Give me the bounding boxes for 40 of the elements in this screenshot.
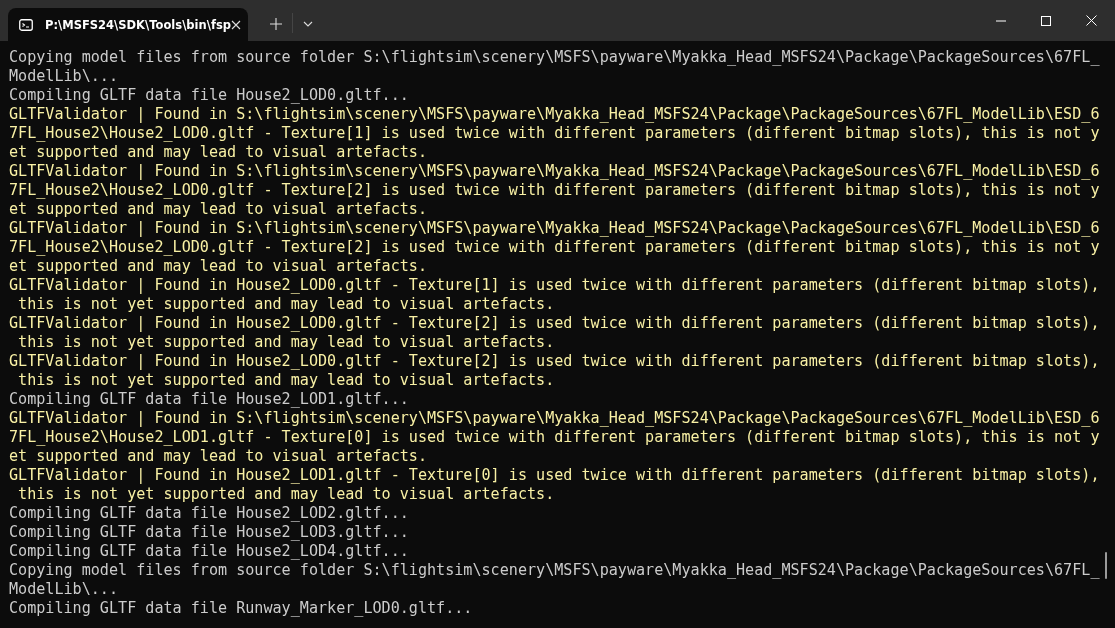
- warning-line: GLTFValidator | Found in S:\flightsim\scenery\MSFS\payware\Myakka_Head_MSFS24\Package\PackageSources\67FL_ModelLib\ESD_6: [9, 162, 1101, 181]
- output-line: Copying model files from source folder S:\flightsim\scenery\MSFS\payware\Myakka_Head_MSFS24\Package\PackageSources\67FL_: [9, 48, 1101, 67]
- warning-line: this is not yet supported and may lead to visual artefacts.: [17, 371, 556, 390]
- output-line: Compiling GLTF data file House2_LOD4.gltf...: [9, 542, 410, 561]
- warning-line: this is not yet supported and may lead to visual artefacts.: [17, 333, 556, 352]
- minimize-icon[interactable]: [996, 19, 1006, 22]
- output-line: Copying model files from source folder S:\flightsim\scenery\MSFS\payware\Myakka_Head_MSFS24\Package\PackageSources\67FL_: [9, 561, 1101, 580]
- output-line: ModelLib\...: [9, 67, 120, 86]
- warning-line: 7FL_House2\House2_LOD0.gltf - Texture[2] is used twice with different parameters (different bitmap slots), this is not y: [9, 181, 1101, 200]
- output-line: Compiling GLTF data file House2_LOD1.gltf...: [9, 390, 410, 409]
- warning-line: et supported and may lead to visual artefacts.: [9, 143, 428, 162]
- warning-line: GLTFValidator | Found in House2_LOD0.gltf - Texture[2] is used twice with different parameters (different bitmap slots),: [9, 352, 1101, 371]
- warning-line: et supported and may lead to visual artefacts.: [9, 447, 428, 466]
- output-line: Compiling GLTF data file Runway_Marker_LOD0.gltf...: [9, 599, 474, 618]
- warning-line: 7FL_House2\House2_LOD0.gltf - Texture[1] is used twice with different parameters (different bitmap slots), this is not y: [9, 124, 1101, 143]
- output-line: Compiling GLTF data file House2_LOD0.gltf...: [9, 86, 410, 105]
- warning-line: GLTFValidator | Found in House2_LOD0.gltf - Texture[1] is used twice with different parameters (different bitmap slots),: [9, 276, 1101, 295]
- maximize-icon[interactable]: [1041, 15, 1051, 26]
- warning-line: GLTFValidator | Found in S:\flightsim\scenery\MSFS\payware\Myakka_Head_MSFS24\Package\PackageSources\67FL_ModelLib\ESD_6: [9, 105, 1101, 124]
- warning-line: this is not yet supported and may lead to visual artefacts.: [17, 485, 556, 504]
- warning-line: GLTFValidator | Found in House2_LOD0.gltf - Texture[2] is used twice with different parameters (different bitmap slots),: [9, 314, 1101, 333]
- warning-line: et supported and may lead to visual artefacts.: [9, 200, 428, 219]
- scrollbar-thumb[interactable]: [1105, 552, 1107, 579]
- output-line: Compiling GLTF data file House2_LOD3.gltf...: [9, 523, 410, 542]
- chevron-down-icon[interactable]: [303, 21, 313, 27]
- warning-line: GLTFValidator | Found in House2_LOD1.gltf - Texture[0] is used twice with different parameters (different bitmap slots),: [9, 466, 1101, 485]
- close-icon[interactable]: [1086, 15, 1097, 26]
- new-tab-icon[interactable]: [270, 18, 282, 30]
- output-line: Compiling GLTF data file House2_LOD2.gltf...: [9, 504, 410, 523]
- warning-line: GLTFValidator | Found in S:\flightsim\scenery\MSFS\payware\Myakka_Head_MSFS24\Package\PackageSources\67FL_ModelLib\ESD_6: [9, 219, 1101, 238]
- warning-line: 7FL_House2\House2_LOD1.gltf - Texture[0] is used twice with different parameters (different bitmap slots), this is not y: [9, 428, 1101, 447]
- warning-line: GLTFValidator | Found in S:\flightsim\scenery\MSFS\payware\Myakka_Head_MSFS24\Package\PackageSources\67FL_ModelLib\ESD_6: [9, 409, 1101, 428]
- close-tab-icon[interactable]: [231, 19, 241, 30]
- warning-line: et supported and may lead to visual artefacts.: [9, 257, 428, 276]
- warning-line: 7FL_House2\House2_LOD0.gltf - Texture[2] is used twice with different parameters (different bitmap slots), this is not y: [9, 238, 1101, 257]
- terminal-icon: [19, 18, 33, 31]
- output-line: ModelLib\...: [9, 580, 120, 599]
- tab-title: P:\MSFS24\SDK\Tools\bin\fsp: [45, 17, 231, 32]
- terminal-tab[interactable]: P:\MSFS24\SDK\Tools\bin\fsp: [8, 8, 248, 41]
- warning-line: this is not yet supported and may lead to visual artefacts.: [17, 295, 556, 314]
